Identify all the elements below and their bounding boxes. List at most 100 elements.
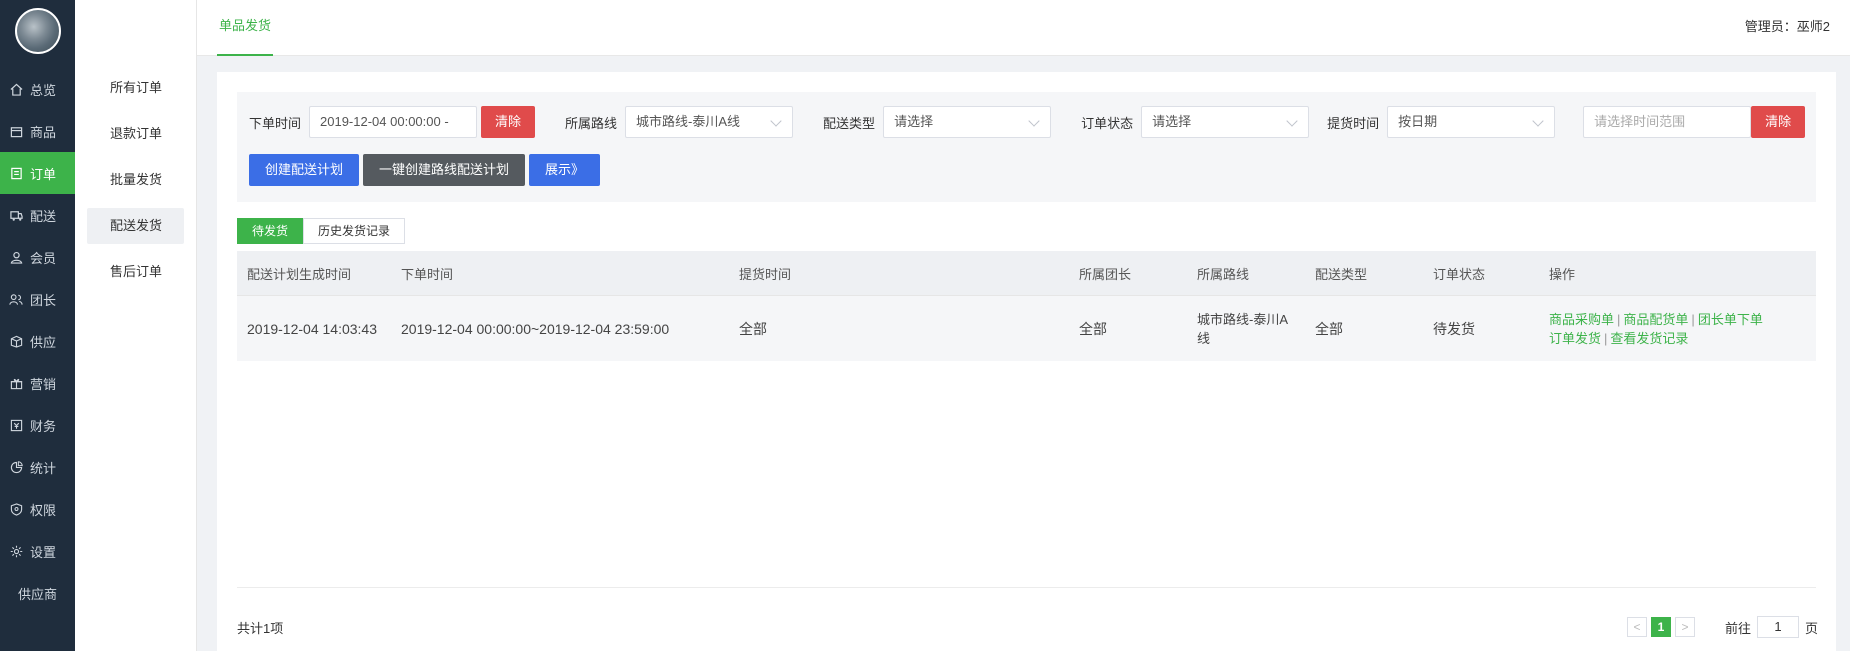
pickup-range-input[interactable]: 请选择时间范围 <box>1583 106 1752 138</box>
goto-page-input[interactable]: 1 <box>1756 616 1799 638</box>
one-click-route-plan-button[interactable]: 一键创建路线配送计划 <box>363 154 526 186</box>
sidebar-item-overview[interactable]: 总览 <box>0 68 75 110</box>
allocation-list-link[interactable]: 商品配货单 <box>1623 312 1688 327</box>
submenu-item-batch-shipping[interactable]: 批量发货 <box>87 162 184 198</box>
sidebar-item-orders[interactable]: 订单 <box>0 152 75 194</box>
sidebar-item-marketing[interactable]: 营销 <box>0 362 75 404</box>
purchase-list-link[interactable]: 商品采购单 <box>1549 312 1614 327</box>
column-header: 配送类型 <box>1315 266 1368 282</box>
pickup-time-label: 提货时间 <box>1327 115 1380 131</box>
sidebar-item-delivery[interactable]: 配送 <box>0 194 75 236</box>
truck-icon <box>8 207 24 223</box>
sidebar-item-leaders[interactable]: 团长 <box>0 278 75 320</box>
sidebar-item-label: 商品 <box>30 124 57 140</box>
prev-page-button[interactable]: < <box>1626 617 1647 637</box>
cell-operations: 商品采购单 | 商品配货单 | 团长单下单 订单发货 | 查看发货记录 <box>1539 310 1816 348</box>
main-panel: 下单时间 2019-12-04 00:00:00 - 清除 所属路线 城市路线-… <box>217 72 1836 651</box>
gear-icon <box>8 543 24 559</box>
shield-icon <box>8 501 24 517</box>
top-bar: 单品发货 管理员：巫师2 <box>197 0 1850 56</box>
total-count: 共计1项 <box>237 621 284 636</box>
sidebar-item-permissions[interactable]: 权限 <box>0 488 75 530</box>
sidebar-item-label: 会员 <box>30 250 57 266</box>
order-time-range-input[interactable]: 2019-12-04 00:00:00 - <box>309 106 478 138</box>
chart-icon <box>8 459 24 475</box>
view-shipping-records-link[interactable]: 查看发货记录 <box>1610 331 1688 346</box>
clear-pickup-time-button[interactable]: 清除 <box>1751 106 1806 138</box>
tab-single-item-shipping[interactable]: 单品发货 <box>217 0 274 56</box>
column-header: 所属团长 <box>1079 266 1132 282</box>
sidebar-item-finance[interactable]: 财务 <box>0 404 75 446</box>
route-text: 城市路线-泰川A线 <box>1197 311 1289 346</box>
delivery-plan-table: 配送计划生成时间 下单时间 提货时间 所属团长 所属路线 配送类型 订单状态 操… <box>237 251 1816 361</box>
table-header: 配送计划生成时间 下单时间 提货时间 所属团长 所属路线 配送类型 订单状态 操… <box>237 251 1816 295</box>
shipping-tabs: 待发货 历史发货记录 <box>237 218 406 244</box>
submenu-item-all-orders[interactable]: 所有订单 <box>87 70 184 106</box>
column-header: 订单状态 <box>1433 266 1486 282</box>
sidebar-item-label: 供应商 <box>17 586 57 602</box>
cell-leader: 全部 <box>1079 320 1107 337</box>
sidebar-item-suppliers[interactable]: 供应商 <box>0 572 75 614</box>
expand-button[interactable]: 展示》 <box>529 154 601 186</box>
column-header: 配送计划生成时间 <box>247 266 352 282</box>
cell-created-time: 2019-12-04 14:03:43 <box>247 320 377 337</box>
sidebar-item-statistics[interactable]: 统计 <box>0 446 75 488</box>
tab-shipping-history[interactable]: 历史发货记录 <box>303 218 406 244</box>
ops-line-1: 商品采购单 | 商品配货单 | 团长单下单 <box>1549 310 1816 329</box>
sidebar-item-label: 财务 <box>30 418 57 434</box>
sidebar-item-label: 配送 <box>30 208 57 224</box>
sidebar-item-label: 权限 <box>30 502 57 518</box>
order-status-select[interactable]: 请选择 <box>1141 106 1310 138</box>
main-sidebar: 总览 商品 订单 配送 会员 团长 供应 营销 财务 统计 权限 设置 供应商 <box>0 0 75 651</box>
admin-info[interactable]: 管理员：巫师2 <box>1745 0 1830 54</box>
clear-order-time-button[interactable]: 清除 <box>481 106 536 138</box>
sidebar-item-settings[interactable]: 设置 <box>0 530 75 572</box>
sidebar-item-members[interactable]: 会员 <box>0 236 75 278</box>
separator: | <box>1617 311 1621 327</box>
cell-route: 城市路线-泰川A线 <box>1187 310 1305 348</box>
order-status-label: 订单状态 <box>1081 115 1134 131</box>
delivery-type-label: 配送类型 <box>823 115 876 131</box>
submenu-item-refund-orders[interactable]: 退款订单 <box>87 116 184 152</box>
route-select[interactable]: 城市路线-泰川A线 <box>625 106 794 138</box>
table-row: 2019-12-04 14:03:43 2019-12-04 00:00:00~… <box>237 295 1816 361</box>
box-icon <box>8 123 24 139</box>
separator: | <box>1604 330 1608 346</box>
team-icon <box>8 291 24 307</box>
submenu-item-after-sales[interactable]: 售后订单 <box>87 254 184 290</box>
sidebar-item-label: 订单 <box>30 166 57 182</box>
order-submenu: 所有订单 退款订单 批量发货 配送发货 售后订单 <box>75 0 197 651</box>
delivery-type-select[interactable]: 请选择 <box>883 106 1052 138</box>
order-icon <box>8 165 24 181</box>
cell-pickup-time: 全部 <box>739 320 767 337</box>
sidebar-item-goods[interactable]: 商品 <box>0 110 75 152</box>
finance-icon <box>8 417 24 433</box>
leader-order-link[interactable]: 团长单下单 <box>1698 312 1763 327</box>
sidebar-item-label: 设置 <box>30 544 57 560</box>
page-number-button[interactable]: 1 <box>1650 617 1671 637</box>
home-icon <box>8 81 24 97</box>
create-delivery-plan-button[interactable]: 创建配送计划 <box>249 154 360 186</box>
supply-icon <box>8 333 24 349</box>
tab-pending-shipment[interactable]: 待发货 <box>237 218 304 244</box>
next-page-button[interactable]: > <box>1674 617 1695 637</box>
goto-label: 前往 <box>1724 620 1751 636</box>
column-header: 下单时间 <box>401 266 454 282</box>
pagination: < 1 > 前往 1 页 <box>1623 616 1818 638</box>
avatar[interactable] <box>14 8 61 54</box>
pickup-time-select[interactable]: 按日期 <box>1387 106 1556 138</box>
ship-order-link[interactable]: 订单发货 <box>1549 331 1601 346</box>
submenu-item-delivery-shipping[interactable]: 配送发货 <box>87 208 184 244</box>
column-header: 所属路线 <box>1197 266 1250 282</box>
filter-panel: 下单时间 2019-12-04 00:00:00 - 清除 所属路线 城市路线-… <box>237 92 1816 202</box>
sidebar-item-label: 统计 <box>30 460 57 476</box>
cell-order-time: 2019-12-04 00:00:00~2019-12-04 23:59:00 <box>401 320 670 337</box>
gift-icon <box>8 375 24 391</box>
sidebar-item-label: 总览 <box>30 82 57 98</box>
column-header: 操作 <box>1549 266 1576 282</box>
sidebar-item-supply[interactable]: 供应 <box>0 320 75 362</box>
admin-label: 管理员： <box>1744 19 1797 34</box>
separator: | <box>1691 311 1695 327</box>
footer-divider <box>237 587 1816 588</box>
column-header: 提货时间 <box>739 266 792 282</box>
